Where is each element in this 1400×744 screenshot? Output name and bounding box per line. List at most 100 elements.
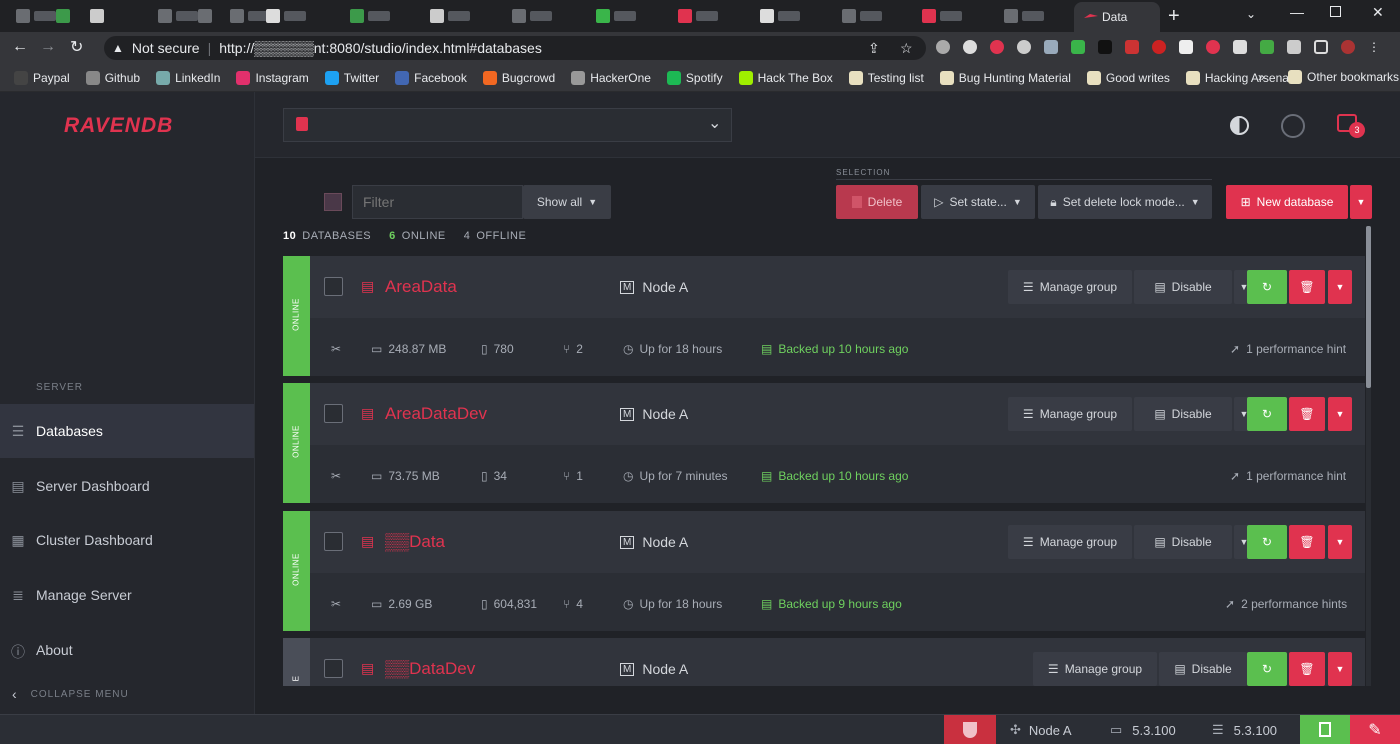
manage-group-button[interactable]: ☰ Manage group [1033,652,1157,686]
documents-value: 780 [493,342,514,356]
documents-icon: ▯ [481,597,488,611]
refresh-button[interactable]: ↻ [1247,525,1287,559]
documents-stat[interactable]: ▯ 780 [481,342,514,356]
disable-button[interactable]: ▤ Disable [1134,397,1232,431]
database-name-link[interactable]: AreaData [385,277,457,297]
caret-down-icon: ▼ [1335,409,1345,419]
pin-icon[interactable]: ✂ [331,342,341,356]
node-status[interactable]: ✣ Node A [1010,722,1072,738]
database-name-link[interactable]: ▒▒DataDev [385,659,475,679]
status-stripe: ONLINE [283,383,310,503]
security-status[interactable] [944,715,996,744]
cluster-node-icon: ✣ [1010,722,1021,737]
refresh-icon: ↻ [1261,280,1273,294]
disable-button[interactable]: ▤ Disable [1134,525,1232,559]
documents-icon: ▯ [481,469,488,483]
client-version[interactable]: ▭ 5.3.100 [1110,722,1176,738]
node-status-label: Node A [1028,722,1072,738]
disable-button[interactable]: ▤ Disable [1134,270,1232,304]
scrollbar-track[interactable] [1366,226,1371,686]
trash-icon: 🗑︎ [1299,662,1315,676]
status-stripe: ONLINE [283,511,310,631]
backup-icon: ▤ [761,342,773,356]
database-checkbox[interactable] [324,532,343,551]
indexes-value: 2 [576,342,583,356]
disable-icon: ▤ [1154,535,1166,549]
scrollbar-thumb[interactable] [1366,226,1371,388]
database-name-link[interactable]: ▒▒Data [385,532,445,552]
status-label: ONLINE [291,425,301,458]
server-version[interactable]: ☰ 5.3.100 [1212,722,1277,738]
documents-stat[interactable]: ▯ 604,831 [481,597,537,611]
database-checkbox[interactable] [324,404,343,423]
refresh-icon: ↻ [1261,535,1273,549]
indexes-stat[interactable]: ⑂ 4 [563,597,583,611]
performance-hint[interactable]: ➚ 2 performance hints [1225,597,1347,611]
manage-group-icon: ☰ [1022,407,1034,421]
performance-hint[interactable]: ➚ 1 performance hint [1230,469,1346,483]
node-icon: M [620,662,635,676]
refresh-button[interactable]: ↻ [1247,270,1287,304]
drive-icon: ▭ [371,597,383,611]
backup-icon: ▤ [761,469,773,483]
node-tag: M Node A [620,534,688,550]
database-icon: ▤ [361,405,375,421]
indexes-stat[interactable]: ⑂ 2 [563,342,583,356]
delete-database-button[interactable]: 🗑︎ [1289,652,1325,686]
indexes-stat[interactable]: ⑂ 1 [563,469,583,483]
pin-icon[interactable]: ✂ [331,469,341,483]
delete-options-dropdown[interactable]: ▼ [1328,525,1352,559]
rocket-icon: ➚ [1230,342,1241,356]
backup-stat[interactable]: ▤ Backed up 10 hours ago [761,469,908,483]
license-status[interactable] [1300,715,1350,744]
delete-database-button[interactable]: 🗑︎ [1289,397,1325,431]
delete-options-dropdown[interactable]: ▼ [1328,652,1352,686]
delete-database-button[interactable]: 🗑︎ [1289,270,1325,304]
documents-value: 34 [493,469,507,483]
manage-group-button[interactable]: ☰ Manage group [1008,270,1132,304]
database-card: ONLINE ▤ AreaData M Node A ☰ Manage group … [283,256,1365,376]
disable-label: Disable [1171,280,1212,294]
caret-down-icon: ▼ [1335,537,1345,547]
node-label: Node A [642,534,689,550]
enable-disable-button[interactable]: ▤ Disable [1159,652,1247,686]
node-tag: M Node A [620,661,688,677]
backup-icon: ▤ [761,597,773,611]
manage-group-button[interactable]: ☰ Manage group [1008,397,1132,431]
collapse-menu[interactable]: ‹ COLLAPSE MENU [12,686,129,702]
disable-icon: ▤ [1154,407,1166,421]
node-icon: M [620,407,635,421]
node-label: Node A [642,406,689,422]
performance-hint[interactable]: ➚ 1 performance hint [1230,342,1346,356]
database-name-link[interactable]: AreaDataDev [385,404,487,424]
backup-stat[interactable]: ▤ Backed up 10 hours ago [761,342,908,356]
wrench-icon: ✎ [1368,721,1382,739]
backup-stat[interactable]: ▤ Backed up 9 hours ago [761,597,902,611]
delete-options-dropdown[interactable]: ▼ [1328,270,1352,304]
rocket-icon: ➚ [1230,469,1241,483]
size-stat: ▭ 2.69 GB [371,597,432,611]
status-label: E [291,675,301,682]
manage-group-button[interactable]: ☰ Manage group [1008,525,1132,559]
uptime-stat: ◷ Up for 7 minutes [623,469,728,483]
disable-icon: ▤ [1174,662,1186,676]
trash-icon: 🗑︎ [1299,280,1315,294]
client-version-label: 5.3.100 [1132,722,1176,738]
drive-icon: ▭ [371,469,383,483]
settings-status[interactable]: ✎ [1350,715,1400,744]
refresh-button[interactable]: ↻ [1247,397,1287,431]
node-icon: M [620,280,635,294]
documents-value: 604,831 [493,597,537,611]
database-icon: ▤ [361,278,375,294]
uptime-value: Up for 18 hours [639,597,723,611]
refresh-button[interactable]: ↻ [1247,652,1287,686]
database-icon: ▤ [361,533,375,549]
database-checkbox[interactable] [324,659,343,678]
pin-icon[interactable]: ✂ [331,597,341,611]
delete-database-button[interactable]: 🗑︎ [1289,525,1325,559]
documents-stat[interactable]: ▯ 34 [481,469,507,483]
database-checkbox[interactable] [324,277,343,296]
status-stripe: E [283,638,310,686]
delete-options-dropdown[interactable]: ▼ [1328,397,1352,431]
backup-value: Backed up 10 hours ago [778,342,909,356]
